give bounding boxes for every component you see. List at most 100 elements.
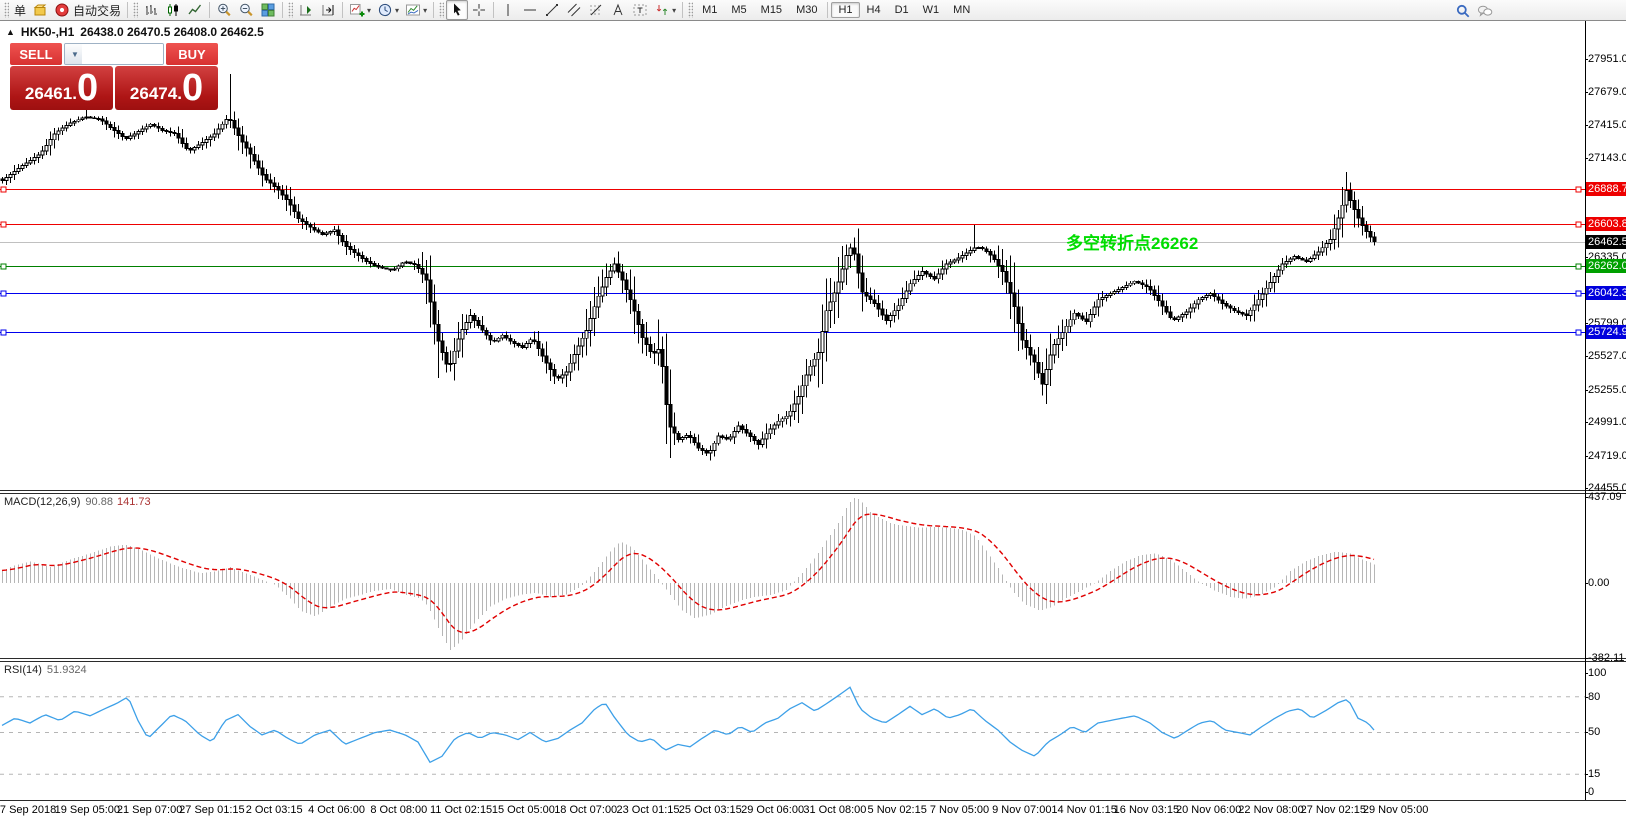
- period-clock-button[interactable]: ▾: [374, 0, 402, 20]
- time-axis-label: 9 Nov 07:00: [992, 804, 1051, 816]
- price-axis-tick: 24719.0: [1588, 450, 1626, 462]
- toolbar-separator: [433, 2, 434, 18]
- price-axis-tick: 100: [1588, 667, 1606, 679]
- horizontal-level-lines[interactable]: [0, 187, 1585, 335]
- fibonacci-icon[interactable]: [585, 0, 607, 20]
- symbol-search-icon: [1455, 3, 1471, 19]
- chevron-down-icon[interactable]: ▾: [423, 6, 427, 15]
- text-label-icon: [632, 2, 648, 18]
- timeframe-button-m30[interactable]: M30: [789, 2, 824, 18]
- timeframe-button-m15[interactable]: M15: [754, 2, 789, 18]
- time-axis[interactable]: 17 Sep 201819 Sep 05:0021 Sep 07:0027 Se…: [0, 800, 1626, 821]
- rsi-chart[interactable]: [0, 662, 1585, 800]
- toolbar-separator: [827, 2, 828, 18]
- collapse-panel-arrow[interactable]: ▲: [6, 27, 15, 37]
- macd-label: MACD(12,26,9)90.88141.73: [4, 496, 151, 508]
- horizontal-line-icon: [522, 2, 538, 18]
- chevron-down-icon[interactable]: ▾: [367, 6, 371, 15]
- toolbar-grip[interactable]: [288, 2, 293, 18]
- line-handle[interactable]: [1576, 264, 1581, 269]
- macd-chart[interactable]: [0, 494, 1585, 658]
- buy-price-button[interactable]: 26474 . 0: [115, 66, 218, 110]
- timeframe-button-h4[interactable]: H4: [860, 2, 888, 18]
- channel-icon[interactable]: [563, 0, 585, 20]
- toolbar-grip[interactable]: [133, 2, 138, 18]
- line-handle[interactable]: [1, 330, 6, 335]
- trendline-icon: [544, 2, 560, 18]
- chevron-down-icon[interactable]: ▾: [395, 6, 399, 15]
- toolbar-grip[interactable]: [4, 2, 9, 18]
- macd-signal-line: [2, 514, 1374, 633]
- toolbar-grip[interactable]: [439, 2, 444, 18]
- timeframe-button-d1[interactable]: D1: [888, 2, 916, 18]
- clock-icon: [377, 2, 393, 18]
- line-handle[interactable]: [1576, 291, 1581, 296]
- volume-input[interactable]: [82, 44, 164, 64]
- timeframe-button-h1[interactable]: H1: [831, 2, 859, 18]
- text-icon[interactable]: [607, 0, 629, 20]
- order-box-icon[interactable]: [29, 0, 51, 20]
- price-line-badge: 26042.3: [1586, 286, 1626, 300]
- timeframe-button-mn[interactable]: MN: [946, 2, 977, 18]
- chevron-down-icon[interactable]: ▾: [672, 6, 676, 15]
- text-label-icon[interactable]: [629, 0, 651, 20]
- crosshair-icon[interactable]: [468, 0, 490, 20]
- timeframe-button-w1[interactable]: W1: [916, 2, 947, 18]
- chart-shift-icon: [320, 2, 336, 18]
- sell-price-button[interactable]: 26461 . 0: [10, 66, 113, 110]
- time-axis-label: 16 Nov 03:15: [1114, 804, 1179, 816]
- price-axis-tick: 27951.0: [1588, 53, 1626, 65]
- chat-icon[interactable]: [1474, 1, 1496, 21]
- symbol-search-icon[interactable]: [1452, 1, 1474, 21]
- trendline-icon[interactable]: [541, 0, 563, 20]
- toolbar-grip[interactable]: [688, 2, 693, 18]
- line-chart-icon[interactable]: [184, 0, 206, 20]
- line-handle[interactable]: [1, 187, 6, 192]
- line-handle[interactable]: [1576, 330, 1581, 335]
- zoom-in-icon: [216, 2, 232, 18]
- zoom-out-icon[interactable]: [235, 0, 257, 20]
- price-axis-tick: 27143.0: [1588, 152, 1626, 164]
- price-axis[interactable]: 27951.027679.027415.027143.026335.025799…: [1585, 21, 1626, 800]
- sell-button[interactable]: SELL: [10, 43, 62, 65]
- volume-decrease-button[interactable]: ▼: [65, 44, 82, 64]
- cursor-icon[interactable]: [446, 0, 468, 20]
- candlestick-chart[interactable]: [0, 21, 1585, 490]
- add-indicator-button[interactable]: ▾: [346, 0, 374, 20]
- price-axis-tick: 50: [1588, 726, 1600, 738]
- template-button[interactable]: ▾: [402, 0, 430, 20]
- zoom-out-icon: [238, 2, 254, 18]
- buy-button[interactable]: BUY: [166, 43, 218, 65]
- line-handle[interactable]: [1576, 222, 1581, 227]
- toolbar-separator: [682, 2, 683, 18]
- timeframe-button-m5[interactable]: M5: [724, 2, 753, 18]
- sell-price-big-digit: 0: [77, 68, 98, 108]
- line-handle[interactable]: [1, 264, 6, 269]
- auto-scroll-icon[interactable]: [295, 0, 317, 20]
- line-handle[interactable]: [1576, 187, 1581, 192]
- zoom-in-icon[interactable]: [213, 0, 235, 20]
- price-axis-tick: -382.11: [1588, 652, 1625, 664]
- chart-shift-icon[interactable]: [317, 0, 339, 20]
- tile-windows-icon[interactable]: [257, 0, 279, 20]
- price-axis-tick: 437.09: [1588, 491, 1622, 503]
- time-axis-label: 20 Nov 06:00: [1176, 804, 1241, 816]
- toolbar-separator: [127, 2, 128, 18]
- line-handle[interactable]: [1, 222, 6, 227]
- horizontal-line-icon[interactable]: [519, 0, 541, 20]
- bar-chart-icon[interactable]: [140, 0, 162, 20]
- timeframe-button-m1[interactable]: M1: [695, 2, 724, 18]
- arrows-icon: [654, 2, 670, 18]
- time-axis-label: 11 Oct 02:15: [430, 804, 492, 816]
- vertical-line-icon[interactable]: [497, 0, 519, 20]
- new-order-button[interactable]: 单: [11, 0, 29, 20]
- line-handle[interactable]: [1, 291, 6, 296]
- price-axis-tick: 25255.0: [1588, 384, 1626, 396]
- autotrade-button[interactable]: 自动交易: [51, 0, 124, 20]
- time-axis-label: 29 Nov 05:00: [1363, 804, 1428, 816]
- candle-chart-icon: [165, 2, 181, 18]
- candle-chart-icon[interactable]: [162, 0, 184, 20]
- arrows-button[interactable]: ▾: [651, 0, 679, 20]
- pivot-annotation-text[interactable]: 多空转折点26262: [1066, 229, 1198, 254]
- price-axis-tick: 24991.0: [1588, 416, 1626, 428]
